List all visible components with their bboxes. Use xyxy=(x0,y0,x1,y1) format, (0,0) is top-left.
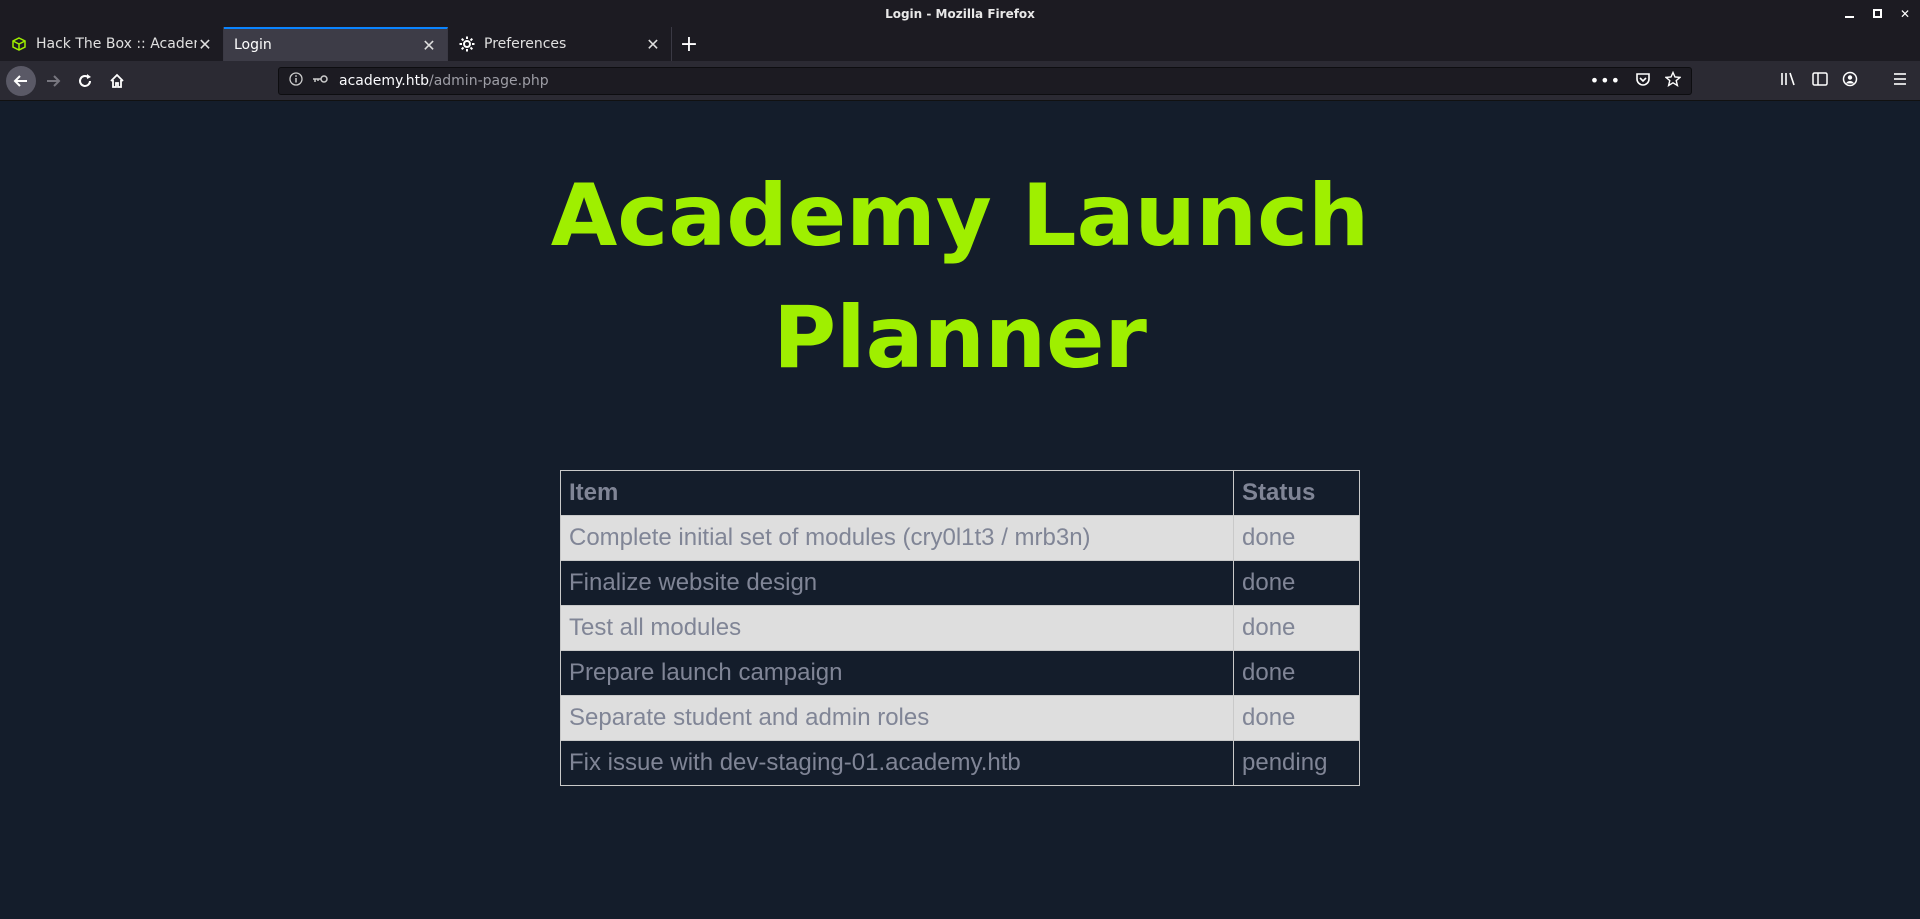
menu-hamburger-icon[interactable] xyxy=(1892,71,1908,90)
tab-close-button[interactable]: ✕ xyxy=(197,35,213,54)
htb-cube-icon xyxy=(10,35,28,53)
key-icon[interactable] xyxy=(311,73,329,89)
table-row: Separate student and admin roles done xyxy=(560,695,1360,741)
info-icon[interactable] xyxy=(289,71,303,90)
maximize-button[interactable] xyxy=(1870,7,1884,21)
page-title-line-1: Academy Launch xyxy=(550,166,1370,266)
item-cell: Prepare launch campaign xyxy=(560,650,1234,696)
table-row: Fix issue with dev-staging-01.academy.ht… xyxy=(560,740,1360,786)
column-header-item: Item xyxy=(560,470,1234,516)
window-controls: ✕ xyxy=(1842,0,1912,27)
tab-close-button[interactable]: ✕ xyxy=(645,35,661,54)
status-cell: done xyxy=(1233,695,1360,741)
page-title: Academy Launch Planner xyxy=(0,155,1920,399)
status-cell: done xyxy=(1233,605,1360,651)
page-actions-icon[interactable]: ••• xyxy=(1590,71,1621,90)
status-cell: done xyxy=(1233,515,1360,561)
tab-close-button[interactable]: ✕ xyxy=(421,36,437,55)
url-bar[interactable]: academy.htb/admin-page.php ••• xyxy=(278,66,1692,95)
table-row: Finalize website design done xyxy=(560,560,1360,606)
bookmark-star-icon[interactable] xyxy=(1664,70,1682,91)
new-tab-button[interactable]: + xyxy=(672,27,706,61)
item-cell: Separate student and admin roles xyxy=(560,695,1234,741)
minimize-button[interactable] xyxy=(1842,7,1856,21)
library-icon[interactable] xyxy=(1780,71,1798,91)
table-row: Prepare launch campaign done xyxy=(560,650,1360,696)
sidebar-icon[interactable] xyxy=(1812,71,1828,90)
window-title: Login - Mozilla Firefox xyxy=(885,6,1035,21)
table-row: Complete initial set of modules (cry0l1t… xyxy=(560,515,1360,561)
maximize-icon xyxy=(1872,9,1882,18)
item-cell: Fix issue with dev-staging-01.academy.ht… xyxy=(560,740,1234,786)
tab-htb-academy[interactable]: Hack The Box :: Academy ✕ xyxy=(0,27,224,61)
reload-button[interactable] xyxy=(70,66,100,96)
tab-preferences[interactable]: Preferences ✕ xyxy=(448,27,672,61)
plus-icon: + xyxy=(679,31,699,57)
item-cell: Complete initial set of modules (cry0l1t… xyxy=(560,515,1234,561)
page-title-line-2: Planner xyxy=(773,288,1147,388)
account-icon[interactable] xyxy=(1842,71,1858,91)
home-icon xyxy=(110,73,124,88)
tab-label: Login xyxy=(234,37,272,53)
item-cell: Test all modules xyxy=(560,605,1234,651)
window-titlebar: Login - Mozilla Firefox ✕ xyxy=(0,0,1920,27)
status-cell: done xyxy=(1233,560,1360,606)
forward-button[interactable] xyxy=(38,66,68,96)
tab-login[interactable]: Login ✕ xyxy=(224,27,448,61)
item-cell: Finalize website design xyxy=(560,560,1234,606)
url-path: /admin-page.php xyxy=(428,72,549,89)
url-actions: ••• xyxy=(1590,70,1682,91)
navigation-toolbar: academy.htb/admin-page.php ••• xyxy=(0,61,1920,101)
url-host: academy.htb xyxy=(339,72,429,89)
tab-label: Hack The Box :: Academy xyxy=(36,36,197,52)
reload-icon xyxy=(79,73,91,87)
minimize-icon xyxy=(1844,15,1854,18)
home-button[interactable] xyxy=(102,66,132,96)
status-cell: done xyxy=(1233,650,1360,696)
back-button[interactable] xyxy=(6,65,36,96)
tab-label: Preferences xyxy=(484,36,567,52)
table-row: Test all modules done xyxy=(560,605,1360,651)
column-header-status: Status xyxy=(1233,470,1360,516)
pocket-icon[interactable] xyxy=(1635,71,1651,91)
launch-planner-table: Item Status Complete initial set of modu… xyxy=(560,470,1360,786)
toolbar-right xyxy=(1780,71,1914,91)
page-content: Academy Launch Planner Item Status Compl… xyxy=(0,101,1920,919)
gear-icon xyxy=(458,35,476,53)
arrow-right-icon xyxy=(47,74,61,87)
table-header-row: Item Status xyxy=(560,470,1360,516)
close-icon: ✕ xyxy=(1899,6,1911,21)
arrow-left-icon xyxy=(13,74,27,87)
close-window-button[interactable]: ✕ xyxy=(1898,7,1912,21)
status-cell: pending xyxy=(1233,740,1360,786)
tab-strip: Hack The Box :: Academy ✕ Login ✕ Prefer… xyxy=(0,27,1920,61)
